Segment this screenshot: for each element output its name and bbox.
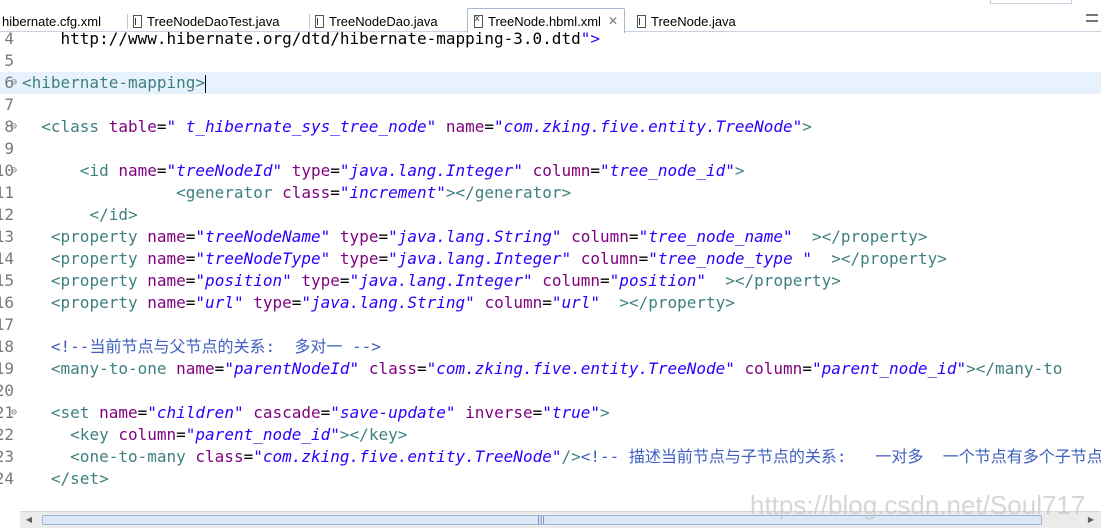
line-number: 11 bbox=[0, 183, 14, 202]
watermark: https://blog.csdn.net/Soul717 bbox=[750, 490, 1086, 520]
minimized-panel-box bbox=[990, 0, 1072, 4]
line-number: 5 bbox=[4, 51, 14, 70]
tab-treenodedao-java[interactable]: TreeNodeDao.java bbox=[315, 10, 438, 32]
code-line: <property name="position" type="java.lan… bbox=[50, 271, 841, 290]
tab-separator bbox=[127, 14, 128, 29]
tab-treenode-hbml-xml[interactable]: TreeNode.hbml.xml ✕ bbox=[467, 8, 626, 33]
code-line: <!--当前节点与父节点的关系: 多对一 --> bbox=[50, 337, 381, 356]
code-line: <property name="treeNodeName" type="java… bbox=[50, 227, 928, 246]
line-number: 17 bbox=[0, 315, 14, 334]
java-file-icon bbox=[637, 14, 646, 28]
code-line: </id> bbox=[89, 205, 138, 224]
code-line: <many-to-one name="parentNodeId" class="… bbox=[50, 359, 1063, 378]
line-number: 12 bbox=[0, 205, 14, 224]
tab-label: TreeNode.hbml.xml bbox=[488, 13, 601, 29]
line-number: 13 bbox=[0, 227, 14, 246]
xml-source-editor[interactable]: 456⊖78⊖910⊖1112131415161718192021⊖222324… bbox=[0, 32, 1101, 511]
scroll-right-arrow-icon[interactable]: ▶ bbox=[1084, 515, 1098, 525]
java-file-icon bbox=[133, 14, 142, 28]
line-number: 20 bbox=[0, 381, 14, 400]
fold-toggle-icon[interactable]: ⊖ bbox=[11, 160, 17, 182]
tab-treenodedaotest-java[interactable]: TreeNodeDaoTest.java bbox=[133, 10, 279, 32]
code-line: <generator class="increment"></generator… bbox=[176, 183, 572, 202]
editor-tab-bar: hibernate.cfg.xml TreeNodeDaoTest.java Tre… bbox=[0, 0, 1101, 33]
java-file-icon bbox=[315, 14, 324, 28]
code-line: <id name="treeNodeId" type="java.lang.In… bbox=[79, 161, 745, 180]
line-number: 22 bbox=[0, 425, 14, 444]
scrollbar-grip-icon: ||| bbox=[537, 515, 546, 524]
fold-toggle-icon[interactable]: ⊖ bbox=[11, 402, 17, 424]
line-number: 23 bbox=[0, 447, 14, 466]
code-line: </set> bbox=[50, 469, 109, 488]
line-number: 9 bbox=[4, 139, 14, 158]
code-line: <property name="treeNodeType" type="java… bbox=[50, 249, 947, 268]
tab-separator bbox=[309, 14, 310, 29]
code-line: <key column="parent_node_id"></key> bbox=[70, 425, 408, 444]
line-number: 7 bbox=[4, 95, 14, 114]
fold-toggle-icon[interactable]: ⊖ bbox=[11, 116, 17, 138]
code-line: <hibernate-mapping> bbox=[22, 73, 207, 93]
tab-label: TreeNode.java bbox=[651, 13, 736, 29]
line-number: 18 bbox=[0, 337, 14, 356]
tab-label: hibernate.cfg.xml bbox=[2, 13, 101, 29]
tab-list-menu-icon[interactable] bbox=[1086, 14, 1098, 22]
scroll-left-arrow-icon[interactable]: ◀ bbox=[22, 515, 36, 525]
tab-label: TreeNodeDao.java bbox=[329, 13, 438, 29]
text-cursor bbox=[205, 74, 207, 93]
line-number: 19 bbox=[0, 359, 14, 378]
tab-label: TreeNodeDaoTest.java bbox=[147, 13, 280, 29]
line-number: 15 bbox=[0, 271, 14, 290]
code-line: <one-to-many class="com.zking.five.entit… bbox=[70, 447, 1101, 466]
xml-file-icon bbox=[474, 13, 483, 28]
code-line: <set name="children" cascade="save-updat… bbox=[50, 403, 610, 422]
code-line: <class table=" t_hibernate_sys_tree_node… bbox=[41, 117, 812, 136]
code-line: http://www.hibernate.org/dtd/hibernate-m… bbox=[22, 32, 600, 48]
line-number: 16 bbox=[0, 293, 14, 312]
line-number: 4 bbox=[4, 32, 14, 48]
tab-treenode-java[interactable]: TreeNode.java bbox=[637, 10, 736, 32]
code-line: <property name="url" type="java.lang.Str… bbox=[50, 293, 735, 312]
tab-hibernate-cfg-xml[interactable]: hibernate.cfg.xml bbox=[2, 10, 101, 32]
close-tab-icon[interactable]: ✕ bbox=[608, 14, 618, 28]
line-number: 14 bbox=[0, 249, 14, 268]
fold-toggle-icon[interactable]: ⊖ bbox=[11, 72, 17, 94]
line-number: 24 bbox=[0, 469, 14, 488]
